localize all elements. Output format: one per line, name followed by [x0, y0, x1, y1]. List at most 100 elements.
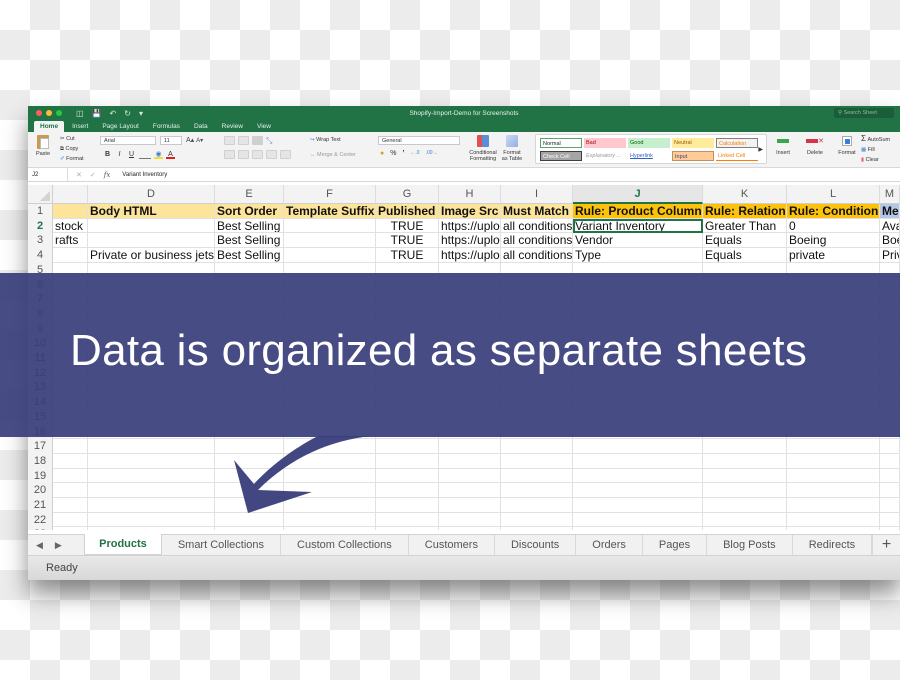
font-size-select[interactable]: 11	[160, 136, 182, 145]
tab-review[interactable]: Review	[216, 121, 249, 132]
header-cell[interactable]: Rule: Relation	[703, 204, 787, 219]
sidebar-toggle-icon[interactable]: ◫	[76, 109, 84, 118]
borders-button[interactable]	[139, 150, 151, 159]
tab-data[interactable]: Data	[188, 121, 214, 132]
decrease-font-size-button[interactable]: A▾	[196, 138, 203, 144]
table-cell[interactable]: private	[787, 248, 880, 263]
table-cell[interactable]	[573, 453, 703, 469]
table-cell[interactable]	[501, 498, 573, 513]
table-cell[interactable]: Variant Inventory	[573, 218, 703, 234]
formula-input[interactable]: Variant Inventory	[118, 172, 167, 178]
table-cell[interactable]	[53, 439, 88, 454]
table-cell[interactable]	[376, 512, 439, 528]
previous-sheet-icon[interactable]: ◀	[36, 540, 43, 551]
header-cell[interactable]: Template Suffix	[284, 204, 376, 219]
table-cell[interactable]: Vendor	[573, 233, 703, 249]
table-cell[interactable]: Private or business jets	[88, 248, 215, 263]
table-cell[interactable]	[787, 453, 880, 469]
table-cell[interactable]: Ava	[880, 218, 900, 234]
insert-cells-button[interactable]: Insert	[772, 135, 794, 156]
table-cell[interactable]: Equals	[703, 233, 787, 249]
table-cell[interactable]	[215, 453, 284, 469]
style-check-cell[interactable]: Check Cell	[540, 151, 582, 161]
align-top-button[interactable]	[224, 136, 235, 145]
save-icon[interactable]: 💾	[92, 109, 102, 118]
cut-button[interactable]: ✂ Cut	[60, 134, 84, 144]
format-painter-button[interactable]: ✐ Format	[60, 154, 84, 164]
row-header[interactable]: 19	[28, 468, 53, 484]
table-cell[interactable]	[573, 483, 703, 498]
table-cell[interactable]	[880, 512, 900, 528]
table-cell[interactable]	[439, 527, 501, 530]
table-cell[interactable]	[88, 527, 215, 530]
function-icon[interactable]: fx	[104, 171, 111, 179]
table-cell[interactable]	[439, 453, 501, 469]
paste-button[interactable]: Paste	[34, 135, 52, 157]
table-cell[interactable]	[53, 498, 88, 513]
table-cell[interactable]	[880, 453, 900, 469]
sheet-tab-products[interactable]: Products	[84, 534, 162, 555]
comma-button[interactable]: ’	[402, 150, 404, 157]
table-cell[interactable]	[284, 218, 376, 234]
header-cell[interactable]: Me	[880, 204, 900, 219]
column-header-I[interactable]: I	[501, 185, 573, 204]
number-format-select[interactable]: General	[378, 136, 460, 145]
increase-font-size-button[interactable]: A▴	[186, 137, 194, 144]
next-sheet-icon[interactable]: ▶	[55, 540, 62, 551]
sheet-tab-customers[interactable]: Customers	[409, 535, 495, 555]
table-cell[interactable]: Best Selling	[215, 233, 284, 249]
row-header[interactable]: 2	[28, 218, 53, 234]
sheet-tab-blog-posts[interactable]: Blog Posts	[707, 535, 793, 555]
sheet-tab-redirects[interactable]: Redirects	[793, 535, 873, 555]
row-header[interactable]: 1	[28, 204, 53, 219]
increase-indent-button[interactable]	[280, 150, 291, 159]
table-cell[interactable]: Best Selling	[215, 248, 284, 263]
column-header-E[interactable]: E	[215, 185, 284, 204]
header-cell[interactable]: Must Match	[501, 204, 573, 219]
cancel-icon[interactable]: ✕	[76, 171, 82, 179]
italic-button[interactable]: I	[115, 150, 124, 159]
align-center-button[interactable]	[238, 150, 249, 159]
table-cell[interactable]	[880, 527, 900, 530]
table-cell[interactable]: Best Selling	[215, 218, 284, 234]
table-cell[interactable]	[88, 468, 215, 484]
style-normal[interactable]: Normal	[540, 138, 582, 148]
table-cell[interactable]	[703, 498, 787, 513]
style-calculation[interactable]: Calculation	[716, 138, 758, 148]
header-cell[interactable]: Rule: Condition	[787, 204, 880, 219]
table-cell[interactable]	[573, 439, 703, 454]
table-cell[interactable]	[501, 453, 573, 469]
table-cell[interactable]	[215, 439, 284, 454]
table-cell[interactable]	[88, 453, 215, 469]
table-cell[interactable]: TRUE	[376, 248, 439, 263]
table-cell[interactable]	[703, 483, 787, 498]
table-cell[interactable]	[284, 512, 376, 528]
table-cell[interactable]	[88, 512, 215, 528]
table-cell[interactable]: https://uploa	[439, 233, 501, 249]
table-cell[interactable]	[573, 527, 703, 530]
table-cell[interactable]	[787, 527, 880, 530]
column-header-K[interactable]: K	[703, 185, 787, 204]
table-cell[interactable]	[703, 453, 787, 469]
table-cell[interactable]	[439, 468, 501, 484]
row-header[interactable]: 20	[28, 483, 53, 498]
header-cell[interactable]: Body HTML	[88, 204, 215, 219]
table-cell[interactable]	[284, 483, 376, 498]
table-cell[interactable]	[376, 439, 439, 454]
table-cell[interactable]	[88, 483, 215, 498]
copy-button[interactable]: ⧉ Copy	[60, 144, 84, 154]
table-cell[interactable]	[284, 468, 376, 484]
table-cell[interactable]	[88, 439, 215, 454]
delete-cells-button[interactable]: ✕ Delete	[804, 135, 826, 156]
header-cell[interactable]: Rule: Product Column	[573, 204, 703, 219]
orientation-icon[interactable]: ⤡	[266, 136, 272, 146]
enter-icon[interactable]: ✓	[90, 171, 96, 179]
column-header-F[interactable]: F	[284, 185, 376, 204]
column-header-H[interactable]: H	[439, 185, 501, 204]
font-name-select[interactable]: Arial	[100, 136, 156, 145]
table-cell[interactable]	[573, 512, 703, 528]
table-cell[interactable]: TRUE	[376, 233, 439, 249]
row-header[interactable]: 3	[28, 233, 53, 249]
autosum-button[interactable]: Σ AutoSum	[861, 134, 890, 145]
table-cell[interactable]	[703, 439, 787, 454]
